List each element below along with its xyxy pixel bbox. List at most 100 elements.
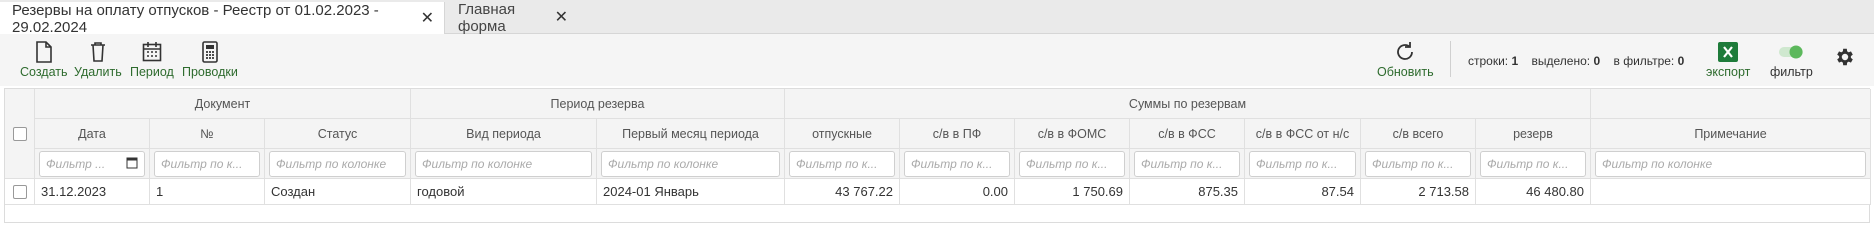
filter-input-fss[interactable]: Фильтр по к...	[1134, 150, 1240, 177]
selected-value: 0	[1593, 54, 1601, 68]
col-header-fss[interactable]: с/в в ФСС	[1130, 119, 1245, 149]
refresh-button[interactable]: Обновить	[1377, 40, 1434, 79]
filter-cell-first-month: Фильтр по колонке	[597, 149, 785, 179]
filter-input-date[interactable]: Фильтр ...	[39, 150, 145, 177]
filter-cell-fss-ns: Фильтр по к...	[1245, 149, 1361, 179]
filter-input-pf[interactable]: Фильтр по к...	[904, 150, 1010, 177]
row-counters: строки: 1 выделено: 0 в фильтре: 0	[1468, 54, 1684, 68]
create-button[interactable]: Создать	[20, 40, 68, 79]
row-checkbox[interactable]	[12, 184, 27, 199]
filter-cell-date: Фильтр ...	[35, 149, 150, 179]
cell-status[interactable]: Создан	[265, 179, 411, 205]
in-filter-label: в фильтре:	[1613, 54, 1675, 68]
new-document-icon	[35, 40, 53, 64]
close-icon[interactable]: ✕	[421, 10, 434, 27]
calculator-icon	[201, 40, 219, 64]
cell-number[interactable]: 1	[150, 179, 265, 205]
filter-cell-vacation: Фильтр по к...	[785, 149, 900, 179]
reserves-grid: Документ Период резерва Суммы по резерва…	[4, 88, 1871, 223]
cell-total[interactable]: 2 713.58	[1361, 179, 1476, 205]
cell-fss-ns[interactable]: 87.54	[1245, 179, 1361, 205]
cell-vacation[interactable]: 43 767.22	[785, 179, 900, 205]
trash-icon	[89, 40, 107, 64]
tab-reserves-registry[interactable]: Резервы на оплату отпусков - Реестр от 0…	[0, 1, 445, 36]
filter-input-first-month[interactable]: Фильтр по колонке	[601, 150, 780, 177]
filter-cell-note: Фильтр по колонке	[1591, 149, 1871, 179]
refresh-label: Обновить	[1377, 65, 1434, 79]
cell-pf[interactable]: 0.00	[900, 179, 1015, 205]
cell-first-month[interactable]: 2024-01 Январь	[597, 179, 785, 205]
postings-label: Проводки	[182, 65, 238, 79]
close-icon[interactable]: ✕	[555, 10, 568, 26]
select-all-cell	[5, 89, 35, 179]
col-header-note[interactable]: Примечание	[1591, 119, 1871, 149]
filter-input-fss-ns[interactable]: Фильтр по к...	[1249, 150, 1356, 177]
group-note-empty	[1591, 89, 1871, 119]
toolbar-divider	[1450, 41, 1451, 77]
col-header-number[interactable]: №	[150, 119, 265, 149]
row-select-cell	[5, 179, 35, 205]
tab-label: Главная форма	[458, 1, 516, 35]
rows-value: 1	[1511, 54, 1519, 68]
period-label: Период	[130, 65, 174, 79]
cell-fss[interactable]: 875.35	[1130, 179, 1245, 205]
excel-icon	[1718, 40, 1739, 64]
rows-label: строки:	[1468, 54, 1509, 68]
col-header-foms[interactable]: с/в в ФОМС	[1015, 119, 1130, 149]
postings-button[interactable]: Проводки	[182, 40, 238, 79]
filter-cell-foms: Фильтр по к...	[1015, 149, 1130, 179]
filter-input-note[interactable]: Фильтр по колонке	[1595, 150, 1866, 177]
col-header-first-month[interactable]: Первый месяц периода	[597, 119, 785, 149]
group-reserve-sums: Суммы по резервам	[785, 89, 1591, 119]
cell-foms[interactable]: 1 750.69	[1015, 179, 1130, 205]
filter-input-total[interactable]: Фильтр по к...	[1365, 150, 1471, 177]
group-reserve-period: Период резерва	[411, 89, 785, 119]
tab-main-form[interactable]: Главная форма ✕	[446, 1, 578, 35]
calendar-icon[interactable]	[126, 156, 138, 172]
tab-label: Резервы на оплату отпусков - Реестр от 0…	[12, 1, 379, 36]
select-all-checkbox[interactable]	[12, 126, 27, 141]
col-header-fss-ns[interactable]: с/в в ФСС от н/с	[1245, 119, 1361, 149]
cell-date[interactable]: 31.12.2023	[35, 179, 150, 205]
tab-bar: Резервы на оплату отпусков - Реестр от 0…	[0, 0, 1874, 36]
col-header-date[interactable]: Дата	[35, 119, 150, 149]
filter-cell-number: Фильтр по к...	[150, 149, 265, 179]
filter-input-foms[interactable]: Фильтр по к...	[1019, 150, 1125, 177]
cell-period-kind[interactable]: годовой	[411, 179, 597, 205]
toggle-switch-icon	[1778, 40, 1804, 64]
group-document: Документ	[35, 89, 411, 119]
export-label: экспорт	[1706, 65, 1751, 79]
calendar-icon	[142, 40, 162, 64]
filter-toggle[interactable]: фильтр	[1770, 40, 1813, 79]
filter-input-status[interactable]: Фильтр по колонке	[269, 150, 406, 177]
create-label: Создать	[20, 65, 68, 79]
filter-input-number[interactable]: Фильтр по к...	[154, 150, 260, 177]
filter-cell-fss: Фильтр по к...	[1130, 149, 1245, 179]
filter-input-period-kind[interactable]: Фильтр по колонке	[415, 150, 592, 177]
refresh-icon	[1394, 40, 1416, 64]
filter-cell-reserve: Фильтр по к...	[1476, 149, 1591, 179]
filter-cell-status: Фильтр по колонке	[265, 149, 411, 179]
gear-icon[interactable]	[1834, 46, 1856, 73]
delete-button[interactable]: Удалить	[74, 40, 122, 79]
filter-input-reserve[interactable]: Фильтр по к...	[1480, 150, 1586, 177]
col-header-vacation[interactable]: отпускные	[785, 119, 900, 149]
col-header-period-kind[interactable]: Вид периода	[411, 119, 597, 149]
col-header-status[interactable]: Статус	[265, 119, 411, 149]
filter-label: фильтр	[1770, 65, 1813, 79]
filter-cell-pf: Фильтр по к...	[900, 149, 1015, 179]
in-filter-value: 0	[1677, 54, 1685, 68]
cell-reserve[interactable]: 46 480.80	[1476, 179, 1591, 205]
filter-placeholder: Фильтр ...	[46, 156, 106, 171]
period-button[interactable]: Период	[130, 40, 174, 79]
selected-label: выделено:	[1531, 54, 1591, 68]
col-header-pf[interactable]: с/в в ПФ	[900, 119, 1015, 149]
delete-label: Удалить	[74, 65, 122, 79]
col-header-total[interactable]: с/в всего	[1361, 119, 1476, 149]
cell-note[interactable]	[1591, 179, 1871, 205]
export-button[interactable]: экспорт	[1706, 40, 1750, 79]
filter-cell-total: Фильтр по к...	[1361, 149, 1476, 179]
col-header-reserve[interactable]: резерв	[1476, 119, 1591, 149]
filter-cell-period-kind: Фильтр по колонке	[411, 149, 597, 179]
filter-input-vacation[interactable]: Фильтр по к...	[789, 150, 895, 177]
